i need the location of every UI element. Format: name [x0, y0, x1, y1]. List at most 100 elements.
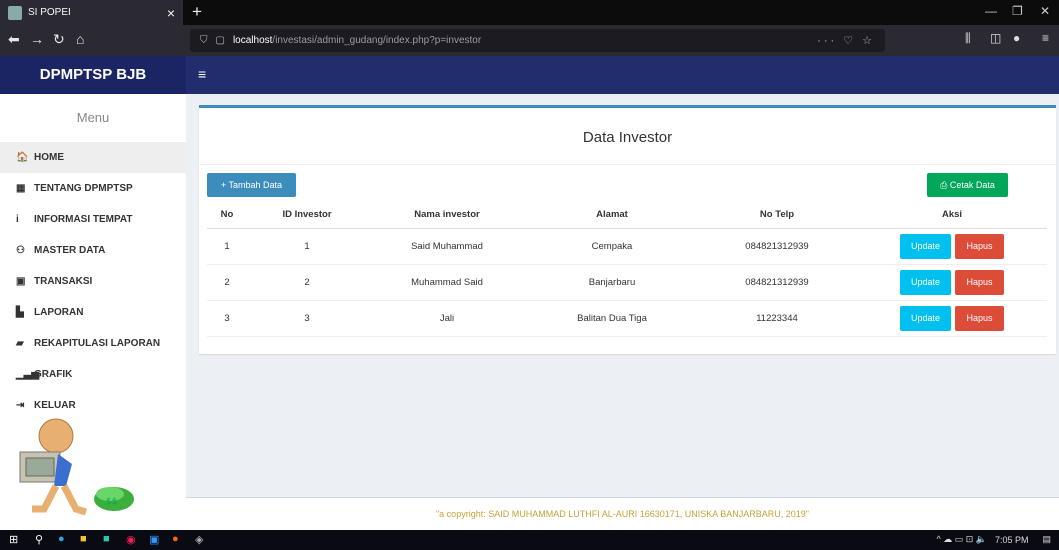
sidebar-item-transaksi[interactable]: ▣ TRANSAKSI [0, 266, 186, 297]
delete-button[interactable]: Hapus [955, 305, 1004, 331]
sidebar-item-home[interactable]: 🏠 HOME [0, 142, 186, 173]
sidebar-item-rekapitulasi-laporan[interactable]: ▰ REKAPITULASI LAPORAN [0, 328, 186, 359]
building-icon: ▦ [16, 183, 26, 194]
column-header: Aksi [857, 201, 1047, 229]
add-data-button[interactable]: + Tambah Data [207, 173, 296, 197]
table-row: 3 3 Jali Balitan Dua Tiga 11223344 Update Hapu… [207, 300, 1047, 337]
url-path: /investasi/admin_gudang/index.php?p=inve… [272, 35, 482, 46]
table-row: 1 1 Said Muhammad Cempaka 084821312939 Update… [207, 228, 1047, 265]
svg-text:$$: $$ [106, 497, 117, 507]
brand-logo[interactable]: DPMPTSP BJB [0, 56, 186, 94]
sidebar-item-label: GRAFIK [34, 369, 73, 380]
browser-nav-bar: ⬅ → ↻ ⌂ ⛉ ▢ localhost /investasi/admin_g… [0, 25, 1059, 56]
edge-icon[interactable]: ● [58, 533, 65, 545]
home-browser-icon[interactable]: ⌂ [76, 31, 84, 47]
browser-menu-icon[interactable]: ≡ [1042, 31, 1049, 45]
update-button[interactable]: Update [900, 305, 951, 331]
cell-telp: 084821312939 [697, 228, 857, 265]
sidebar-item-label: MASTER DATA [34, 245, 106, 256]
app-icon-3[interactable]: ◈ [195, 533, 203, 546]
reload-icon[interactable]: ↻ [53, 31, 65, 48]
store-icon[interactable]: ■ [103, 533, 110, 545]
tab-title: SI POPEI [28, 7, 71, 18]
tray-icons[interactable]: ^ ☁ ▭ ⊡ 🔈 [936, 534, 986, 545]
cell-no: 2 [207, 264, 247, 301]
sidebar-item-label: TRANSAKSI [34, 276, 93, 287]
sidebar-toggle-icon[interactable]: ◫ [990, 31, 1001, 45]
bar-chart-icon: ▁▃▅ [16, 369, 40, 380]
sidebar-item-label: HOME [34, 152, 64, 163]
address-bar[interactable]: ⛉ ▢ localhost /investasi/admin_gudang/in… [190, 29, 885, 52]
column-header: No Telp [697, 201, 857, 229]
column-header: No [207, 201, 247, 229]
new-tab-button[interactable]: + [192, 2, 202, 22]
browser-tab[interactable]: SI POPEI × [0, 0, 183, 25]
app-icon[interactable]: ◉ [126, 533, 136, 546]
system-tray: ^ ☁ ▭ ⊡ 🔈 7:05 PM ▤ [936, 534, 1051, 545]
delete-button[interactable]: Hapus [955, 269, 1004, 295]
search-icon[interactable]: ⚲ [35, 533, 43, 546]
sidebar-item-tentang-dpmptsp[interactable]: ▦ TENTANG DPMPTSP [0, 173, 186, 204]
restore-icon[interactable]: ❐ [1012, 4, 1023, 18]
print-data-button[interactable]: ⎙ Cetak Data [927, 173, 1008, 197]
sidebar: Menu 🏠 HOME ▦ TENTANG DPMPTSP i INFORMASI TEM… [0, 94, 186, 530]
minimize-icon[interactable]: — [985, 4, 997, 18]
sidebar-item-grafik[interactable]: ▁▃▅ GRAFIK [0, 359, 186, 390]
app-icon-2[interactable]: ▣ [149, 533, 159, 546]
page-title: Data Investor [199, 108, 1056, 165]
page-actions-icon[interactable]: ··· ♡ ☆ [817, 34, 875, 47]
cell-telp: 11223344 [697, 300, 857, 337]
tab-close-icon[interactable]: × [167, 5, 175, 21]
browser-tab-bar: SI POPEI × + — ❐ ✕ [0, 0, 1059, 25]
column-header: Alamat [527, 201, 697, 229]
sidebar-item-master-data[interactable]: ⚇ MASTER DATA [0, 235, 186, 266]
users-icon: ⚇ [16, 245, 25, 256]
money-icon: ▣ [16, 276, 26, 287]
home-icon: 🏠 [16, 152, 29, 163]
table-row: 2 2 Muhammad Said Banjarbaru 084821312939 Upd… [207, 264, 1047, 301]
sidebar-item-label: KELUAR [34, 400, 76, 411]
library-icon[interactable]: ⫼ [965, 31, 971, 46]
sign-out-icon: ⇥ [16, 400, 25, 411]
cell-telp: 084821312939 [697, 264, 857, 301]
notification-icon[interactable]: ▤ [1042, 534, 1051, 545]
page-icon: ▢ [215, 35, 225, 46]
clock: 7:05 PM [994, 534, 1029, 545]
cell-nama: Said Muhammad [367, 228, 527, 265]
cell-no: 1 [207, 228, 247, 265]
cell-actions: Update Hapus [857, 300, 1047, 337]
forward-icon[interactable]: → [30, 31, 44, 47]
close-window-icon[interactable]: ✕ [1040, 4, 1050, 18]
url-host: localhost [232, 35, 273, 46]
cell-actions: Update Hapus [857, 228, 1047, 265]
cell-alamat: Balitan Dua Tiga [527, 300, 697, 337]
firefox-icon[interactable]: ● [172, 533, 179, 545]
column-header: ID Investor [247, 201, 367, 229]
cell-nama: Muhammad Said [367, 264, 527, 301]
cell-alamat: Banjarbaru [527, 264, 697, 301]
sidebar-toggle-button[interactable]: ≡ [198, 66, 206, 82]
footer-copyright: "a copyright: SAID MUHAMMAD LUTHFI AL-AU… [186, 497, 1059, 530]
sidebar-item-informasi-tempat[interactable]: i INFORMASI TEMPAT [0, 204, 186, 235]
file-explorer-icon[interactable]: ■ [80, 533, 87, 545]
back-icon[interactable]: ⬅ [8, 31, 20, 48]
sidebar-item-label: TENTANG DPMPTSP [34, 183, 133, 194]
update-button[interactable]: Update [900, 233, 951, 259]
data-investor-panel: Data Investor + Tambah Data ⎙ Cetak Data… [199, 105, 1056, 354]
app-header: DPMPTSP BJB ≡ [0, 56, 1059, 94]
cell-id: 2 [247, 264, 367, 301]
windows-start-icon[interactable]: ⊞ [9, 533, 18, 546]
cell-no: 3 [207, 300, 247, 337]
table-header-row: No ID Investor Nama investor Alamat No Telp A… [207, 201, 1047, 229]
menu-header: Menu [76, 110, 110, 125]
update-button[interactable]: Update [900, 269, 951, 295]
sidebar-item-laporan[interactable]: ▙ LAPORAN [0, 297, 186, 328]
delete-button[interactable]: Hapus [955, 233, 1004, 259]
shield-icon: ⛉ [200, 35, 208, 46]
sidebar-item-label: REKAPITULASI LAPORAN [34, 338, 161, 349]
sidebar-item-label: INFORMASI TEMPAT [34, 214, 133, 225]
cell-id: 3 [247, 300, 367, 337]
file-icon: ▙ [16, 307, 24, 318]
account-icon[interactable]: ● [1013, 31, 1020, 45]
book-icon: ▰ [16, 338, 24, 349]
